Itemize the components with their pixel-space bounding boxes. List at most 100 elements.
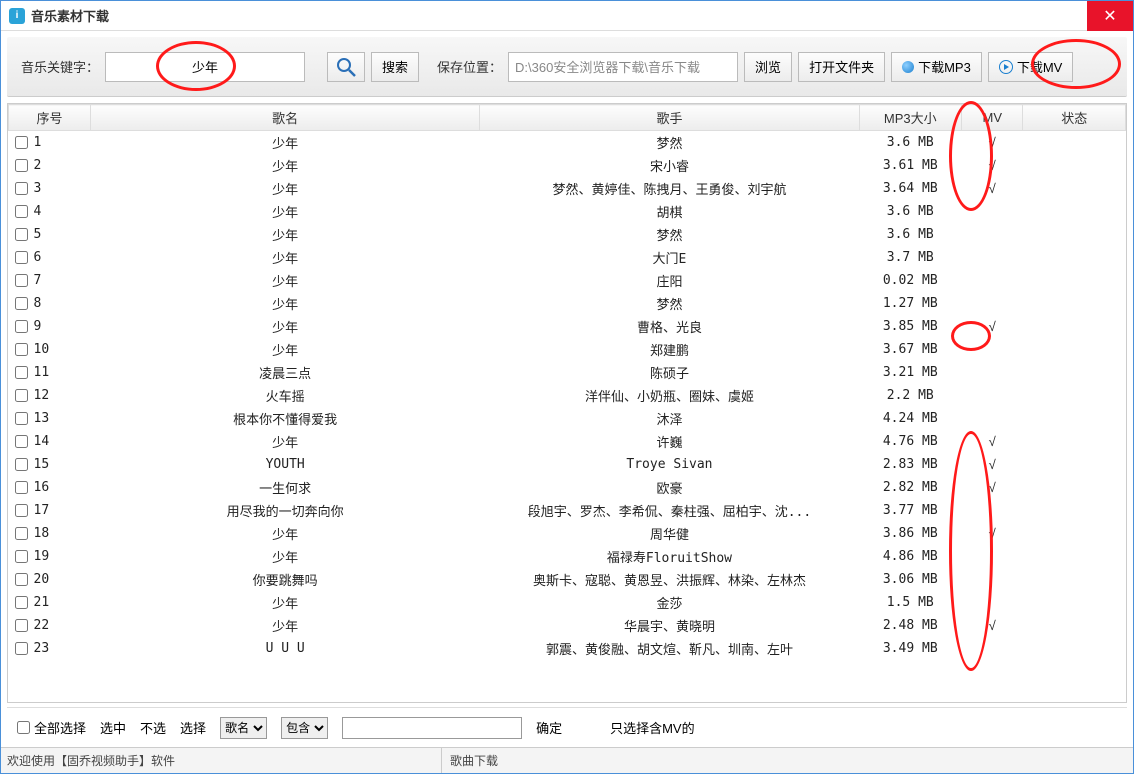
row-checkbox[interactable] [15,550,28,563]
row-checkbox[interactable] [15,389,28,402]
cell-seq[interactable]: 17 [9,499,91,522]
cell-seq[interactable]: 13 [9,407,91,430]
download-mp3-button[interactable]: 下载MP3 [891,52,982,82]
row-checkbox[interactable] [15,159,28,172]
table-row[interactable]: 20你要跳舞吗奥斯卡、寇聪、黄恩昱、洪振辉、林染、左林杰3.06 MB [9,568,1126,591]
row-checkbox[interactable] [15,228,28,241]
table-row[interactable]: 8少年梦然1.27 MB [9,292,1126,315]
cell-size: 3.06 MB [859,568,961,591]
filter-cond-select[interactable]: 包含 [281,717,328,739]
cell-seq[interactable]: 4 [9,200,91,223]
cell-seq[interactable]: 16 [9,476,91,499]
open-folder-button[interactable]: 打开文件夹 [798,52,885,82]
cell-artist: 梦然 [480,292,859,315]
row-checkbox[interactable] [15,320,28,333]
table-row[interactable]: 21少年金莎1.5 MB [9,591,1126,614]
table-row[interactable]: 11凌晨三点陈硕子3.21 MB [9,361,1126,384]
table-row[interactable]: 6少年大门E3.7 MB [9,246,1126,269]
cell-seq[interactable]: 9 [9,315,91,338]
filter-confirm-button[interactable]: 确定 [536,718,562,737]
cell-seq[interactable]: 12 [9,384,91,407]
save-path-input[interactable] [508,52,738,82]
row-checkbox[interactable] [15,504,28,517]
select-all-checkbox[interactable]: 全部选择 [17,718,86,737]
filter-field-select[interactable]: 歌名 [220,717,267,739]
row-checkbox[interactable] [15,527,28,540]
cell-seq[interactable]: 7 [9,269,91,292]
row-checkbox[interactable] [15,619,28,632]
table-row[interactable]: 13根本你不懂得爱我沐泽4.24 MB [9,407,1126,430]
row-checkbox[interactable] [15,251,28,264]
cell-seq[interactable]: 1 [9,131,91,154]
row-checkbox[interactable] [15,274,28,287]
cell-seq[interactable]: 8 [9,292,91,315]
table-row[interactable]: 3少年梦然、黄婷佳、陈拽月、王勇俊、刘宇航3.64 MB√ [9,177,1126,200]
cell-seq[interactable]: 11 [9,361,91,384]
close-button[interactable]: ✕ [1087,1,1133,31]
cell-seq[interactable]: 14 [9,430,91,453]
col-mv[interactable]: MV [962,105,1023,131]
cell-seq[interactable]: 2 [9,154,91,177]
select-on-button[interactable]: 选中 [100,718,126,737]
table-row[interactable]: 19少年福禄寿FloruitShow4.86 MB [9,545,1126,568]
cell-seq[interactable]: 3 [9,177,91,200]
row-checkbox[interactable] [15,435,28,448]
filter-mv-only-button[interactable]: 只选择含MV的 [610,718,695,737]
row-checkbox[interactable] [15,573,28,586]
table-row[interactable]: 4少年胡棋3.6 MB [9,200,1126,223]
row-checkbox[interactable] [15,182,28,195]
results-table-wrap: 序号 歌名 歌手 MP3大小 MV 状态 1少年梦然3.6 MB√2少年宋小睿3… [7,103,1127,703]
select-off-button[interactable]: 不选 [140,718,166,737]
table-row[interactable]: 10少年郑建鹏3.67 MB [9,338,1126,361]
row-checkbox[interactable] [15,481,28,494]
cell-seq[interactable]: 10 [9,338,91,361]
cell-seq[interactable]: 23 [9,637,91,660]
cell-seq[interactable]: 19 [9,545,91,568]
cell-status [1023,269,1126,292]
search-button[interactable]: 搜索 [371,52,419,82]
cell-seq[interactable]: 15 [9,453,91,476]
table-row[interactable]: 1少年梦然3.6 MB√ [9,131,1126,154]
row-checkbox[interactable] [15,297,28,310]
row-checkbox[interactable] [15,412,28,425]
table-row[interactable]: 22少年华晨宇、黄晓明2.48 MB√ [9,614,1126,637]
row-checkbox[interactable] [15,205,28,218]
table-row[interactable]: 17用尽我的一切奔向你段旭宇、罗杰、李希侃、秦柱强、屈柏宇、沈...3.77 M… [9,499,1126,522]
col-status[interactable]: 状态 [1023,105,1126,131]
table-row[interactable]: 9少年曹格、光良3.85 MB√ [9,315,1126,338]
table-row[interactable]: 5少年梦然3.6 MB [9,223,1126,246]
filter-text-input[interactable] [342,717,522,739]
cell-seq[interactable]: 20 [9,568,91,591]
table-row[interactable]: 14少年许巍4.76 MB√ [9,430,1126,453]
row-checkbox[interactable] [15,136,28,149]
row-checkbox[interactable] [15,343,28,356]
col-size[interactable]: MP3大小 [859,105,961,131]
col-name[interactable]: 歌名 [90,105,479,131]
cell-seq[interactable]: 18 [9,522,91,545]
search-icon-button[interactable] [327,52,365,82]
table-row[interactable]: 15YOUTHTroye Sivan2.83 MB√ [9,453,1126,476]
cell-mv [962,292,1023,315]
row-checkbox[interactable] [15,366,28,379]
cell-mv: √ [962,522,1023,545]
cell-seq[interactable]: 5 [9,223,91,246]
keyword-input[interactable] [105,52,305,82]
browse-button[interactable]: 浏览 [744,52,792,82]
row-checkbox[interactable] [15,596,28,609]
cell-seq[interactable]: 22 [9,614,91,637]
table-row[interactable]: 7少年庄阳0.02 MB [9,269,1126,292]
table-row[interactable]: 12火车摇洋伴仙、小奶瓶、圈妹、虞姬2.2 MB [9,384,1126,407]
table-row[interactable]: 16一生何求欧豪2.82 MB√ [9,476,1126,499]
cell-seq[interactable]: 6 [9,246,91,269]
row-checkbox[interactable] [15,642,28,655]
col-artist[interactable]: 歌手 [480,105,859,131]
cell-seq[interactable]: 21 [9,591,91,614]
download-mv-button[interactable]: 下载MV [988,52,1074,82]
row-checkbox[interactable] [15,458,28,471]
table-row[interactable]: 23U U U郭震、黄俊融、胡文煊、靳凡、圳南、左叶3.49 MB [9,637,1126,660]
cell-artist: 大门E [480,246,859,269]
cell-name: 你要跳舞吗 [90,568,479,591]
col-seq[interactable]: 序号 [9,105,91,131]
table-row[interactable]: 2少年宋小睿3.61 MB√ [9,154,1126,177]
table-row[interactable]: 18少年周华健3.86 MB√ [9,522,1126,545]
